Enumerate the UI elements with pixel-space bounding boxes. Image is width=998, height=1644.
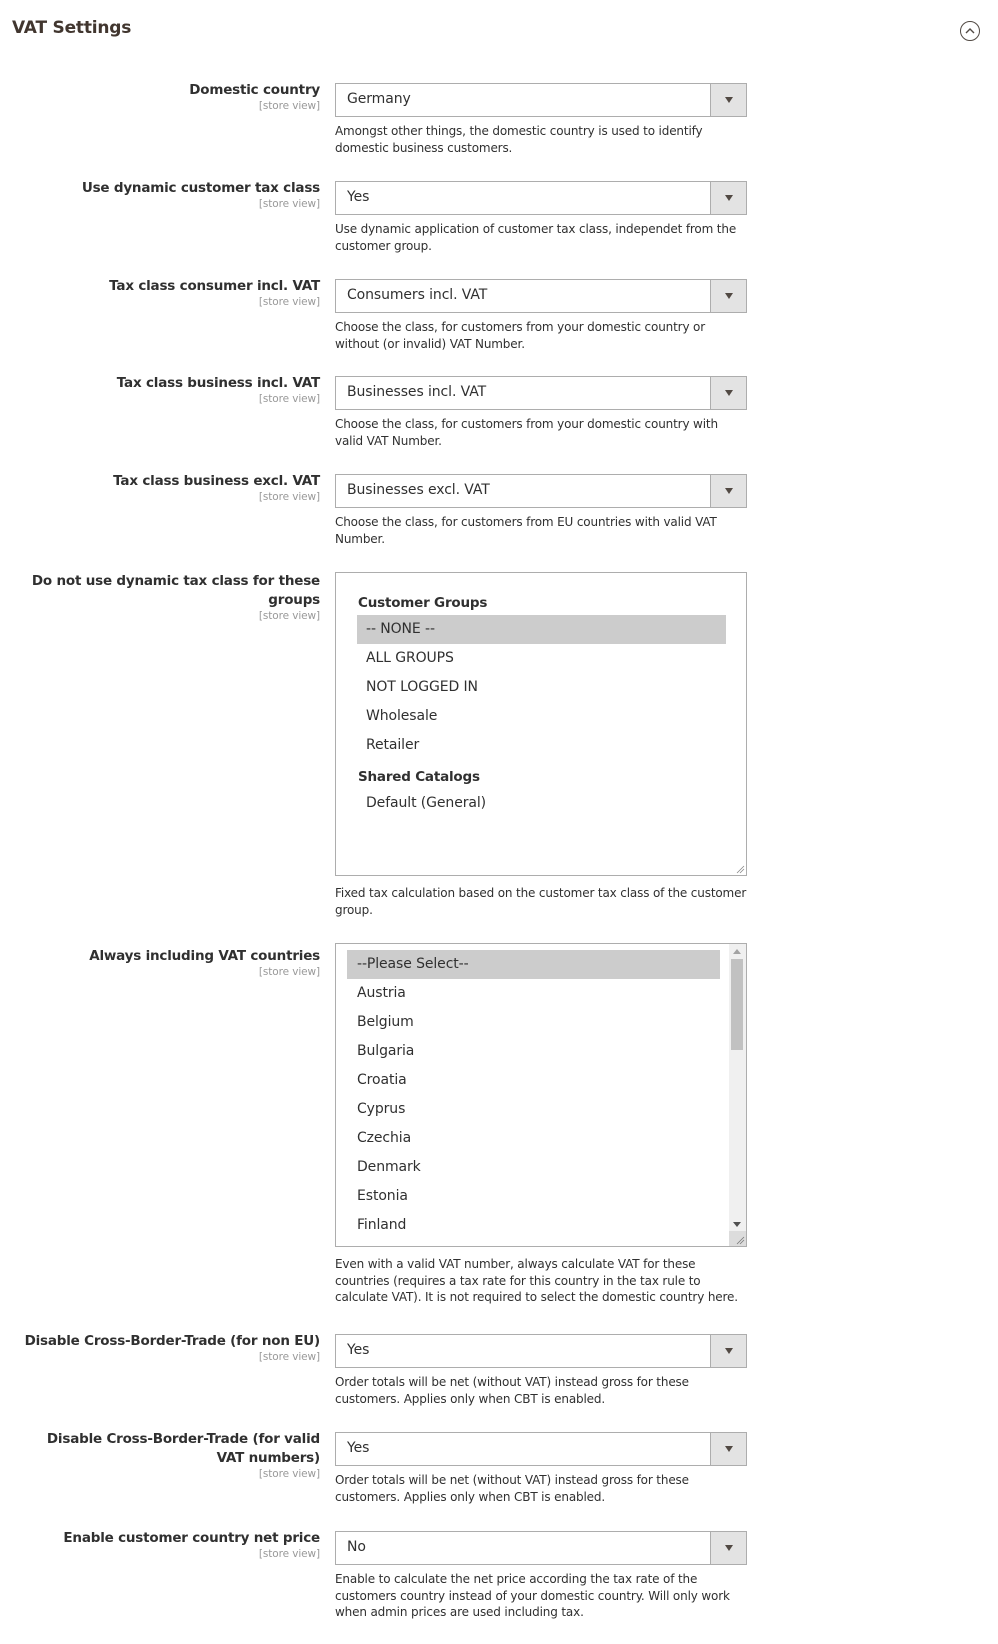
resize-handle-icon[interactable] bbox=[735, 864, 745, 874]
field-note: Amongst other things, the domestic count… bbox=[335, 124, 703, 155]
scope-label: [store view] bbox=[258, 1468, 320, 1480]
option-croatia[interactable]: Croatia bbox=[347, 1066, 720, 1095]
option-all-groups[interactable]: ALL GROUPS bbox=[357, 644, 726, 673]
option-retailer[interactable]: Retailer bbox=[357, 731, 726, 760]
field-label: Always including VAT countries bbox=[89, 948, 320, 964]
field-note: Even with a valid VAT number, always cal… bbox=[335, 1257, 738, 1304]
scrollbar-corner bbox=[729, 1231, 746, 1246]
field-note: Fixed tax calculation based on the custo… bbox=[335, 886, 747, 917]
consumer-tax-class-select[interactable]: Consumers incl. VAT bbox=[335, 279, 747, 313]
optgroup-label: Shared Catalogs bbox=[358, 769, 480, 785]
dropdown-arrow-icon[interactable] bbox=[710, 182, 746, 214]
business-incl-tax-class-select[interactable]: Businesses incl. VAT bbox=[335, 376, 747, 410]
scroll-down-arrow-icon[interactable] bbox=[733, 1222, 741, 1227]
field-note: Use dynamic application of customer tax … bbox=[335, 222, 737, 253]
scope-label: [store view] bbox=[258, 198, 320, 210]
field-label: Tax class consumer incl. VAT bbox=[109, 278, 320, 294]
field-label: Disable Cross-Border-Trade (for valid VA… bbox=[46, 1431, 320, 1466]
option-not-logged-in[interactable]: NOT LOGGED IN bbox=[357, 673, 726, 702]
dropdown-arrow-icon[interactable] bbox=[710, 1335, 746, 1367]
scrollbar-thumb[interactable] bbox=[731, 959, 743, 1050]
field-label: Enable customer country net price bbox=[63, 1530, 320, 1546]
field-label: Tax class business excl. VAT bbox=[113, 473, 320, 489]
scope-label: [store view] bbox=[258, 1351, 320, 1363]
scrollbar[interactable] bbox=[729, 944, 746, 1246]
field-note: Enable to calculate the net price accord… bbox=[335, 1572, 730, 1619]
dynamic-tax-class-select[interactable]: Yes bbox=[335, 181, 747, 215]
chevron-up-icon bbox=[965, 28, 975, 34]
dropdown-arrow-icon[interactable] bbox=[710, 84, 746, 116]
select-value: No bbox=[347, 1539, 366, 1555]
field-note: Choose the class, for customers from EU … bbox=[335, 515, 717, 546]
dropdown-arrow-icon[interactable] bbox=[710, 475, 746, 507]
customer-country-net-price-select[interactable]: No bbox=[335, 1531, 747, 1565]
option-wholesale[interactable]: Wholesale bbox=[357, 702, 726, 731]
scope-label: [store view] bbox=[258, 966, 320, 978]
field-label: Domestic country bbox=[189, 82, 320, 98]
option-bulgaria[interactable]: Bulgaria bbox=[347, 1037, 720, 1066]
field-label: Use dynamic customer tax class bbox=[81, 180, 320, 196]
select-value: Yes bbox=[347, 1440, 370, 1456]
domestic-country-select[interactable]: Germany bbox=[335, 83, 747, 117]
option-default-general[interactable]: Default (General) bbox=[357, 789, 726, 818]
scroll-up-arrow-icon[interactable] bbox=[733, 949, 741, 954]
dropdown-arrow-icon[interactable] bbox=[710, 1532, 746, 1564]
scope-label: [store view] bbox=[258, 1548, 320, 1560]
select-value: Businesses incl. VAT bbox=[347, 384, 487, 400]
section-title[interactable]: VAT Settings bbox=[12, 18, 131, 38]
exclude-groups-multiselect[interactable]: Customer Groups -- NONE -- ALL GROUPS NO… bbox=[335, 572, 747, 876]
collapse-section-button[interactable] bbox=[960, 21, 980, 41]
vat-countries-multiselect[interactable]: --Please Select-- Austria Belgium Bulgar… bbox=[335, 943, 747, 1247]
dropdown-arrow-icon[interactable] bbox=[710, 1433, 746, 1465]
scope-label: [store view] bbox=[258, 100, 320, 112]
cbt-non-eu-select[interactable]: Yes bbox=[335, 1334, 747, 1368]
option-czechia[interactable]: Czechia bbox=[347, 1124, 720, 1153]
business-excl-tax-class-select[interactable]: Businesses excl. VAT bbox=[335, 474, 747, 508]
scope-label: [store view] bbox=[258, 393, 320, 405]
cbt-valid-vat-select[interactable]: Yes bbox=[335, 1432, 747, 1466]
option-none[interactable]: -- NONE -- bbox=[357, 615, 726, 644]
field-note: Order totals will be net (without VAT) i… bbox=[335, 1375, 689, 1406]
dropdown-arrow-icon[interactable] bbox=[710, 377, 746, 409]
field-label: Disable Cross-Border-Trade (for non EU) bbox=[24, 1333, 321, 1349]
option-estonia[interactable]: Estonia bbox=[347, 1182, 720, 1211]
dropdown-arrow-icon[interactable] bbox=[710, 280, 746, 312]
select-value: Yes bbox=[347, 189, 370, 205]
field-note: Choose the class, for customers from you… bbox=[335, 320, 706, 351]
option-austria[interactable]: Austria bbox=[347, 979, 720, 1008]
option-cyprus[interactable]: Cyprus bbox=[347, 1095, 720, 1124]
select-value: Germany bbox=[347, 91, 411, 107]
field-note: Order totals will be net (without VAT) i… bbox=[335, 1473, 689, 1504]
field-label: Do not use dynamic tax class for these g… bbox=[31, 573, 320, 608]
optgroup-label: Customer Groups bbox=[358, 595, 488, 611]
option-belgium[interactable]: Belgium bbox=[347, 1008, 720, 1037]
scope-label: [store view] bbox=[258, 296, 320, 308]
option-please-select[interactable]: --Please Select-- bbox=[347, 950, 720, 979]
field-note: Choose the class, for customers from you… bbox=[335, 417, 718, 448]
select-value: Consumers incl. VAT bbox=[347, 287, 488, 303]
field-label: Tax class business incl. VAT bbox=[116, 375, 320, 391]
option-denmark[interactable]: Denmark bbox=[347, 1153, 720, 1182]
scope-label: [store view] bbox=[258, 491, 320, 503]
select-value: Yes bbox=[347, 1342, 370, 1358]
select-value: Businesses excl. VAT bbox=[347, 482, 490, 498]
scope-label: [store view] bbox=[258, 610, 320, 622]
option-finland[interactable]: Finland bbox=[347, 1211, 720, 1240]
resize-handle-icon[interactable] bbox=[729, 1231, 746, 1246]
